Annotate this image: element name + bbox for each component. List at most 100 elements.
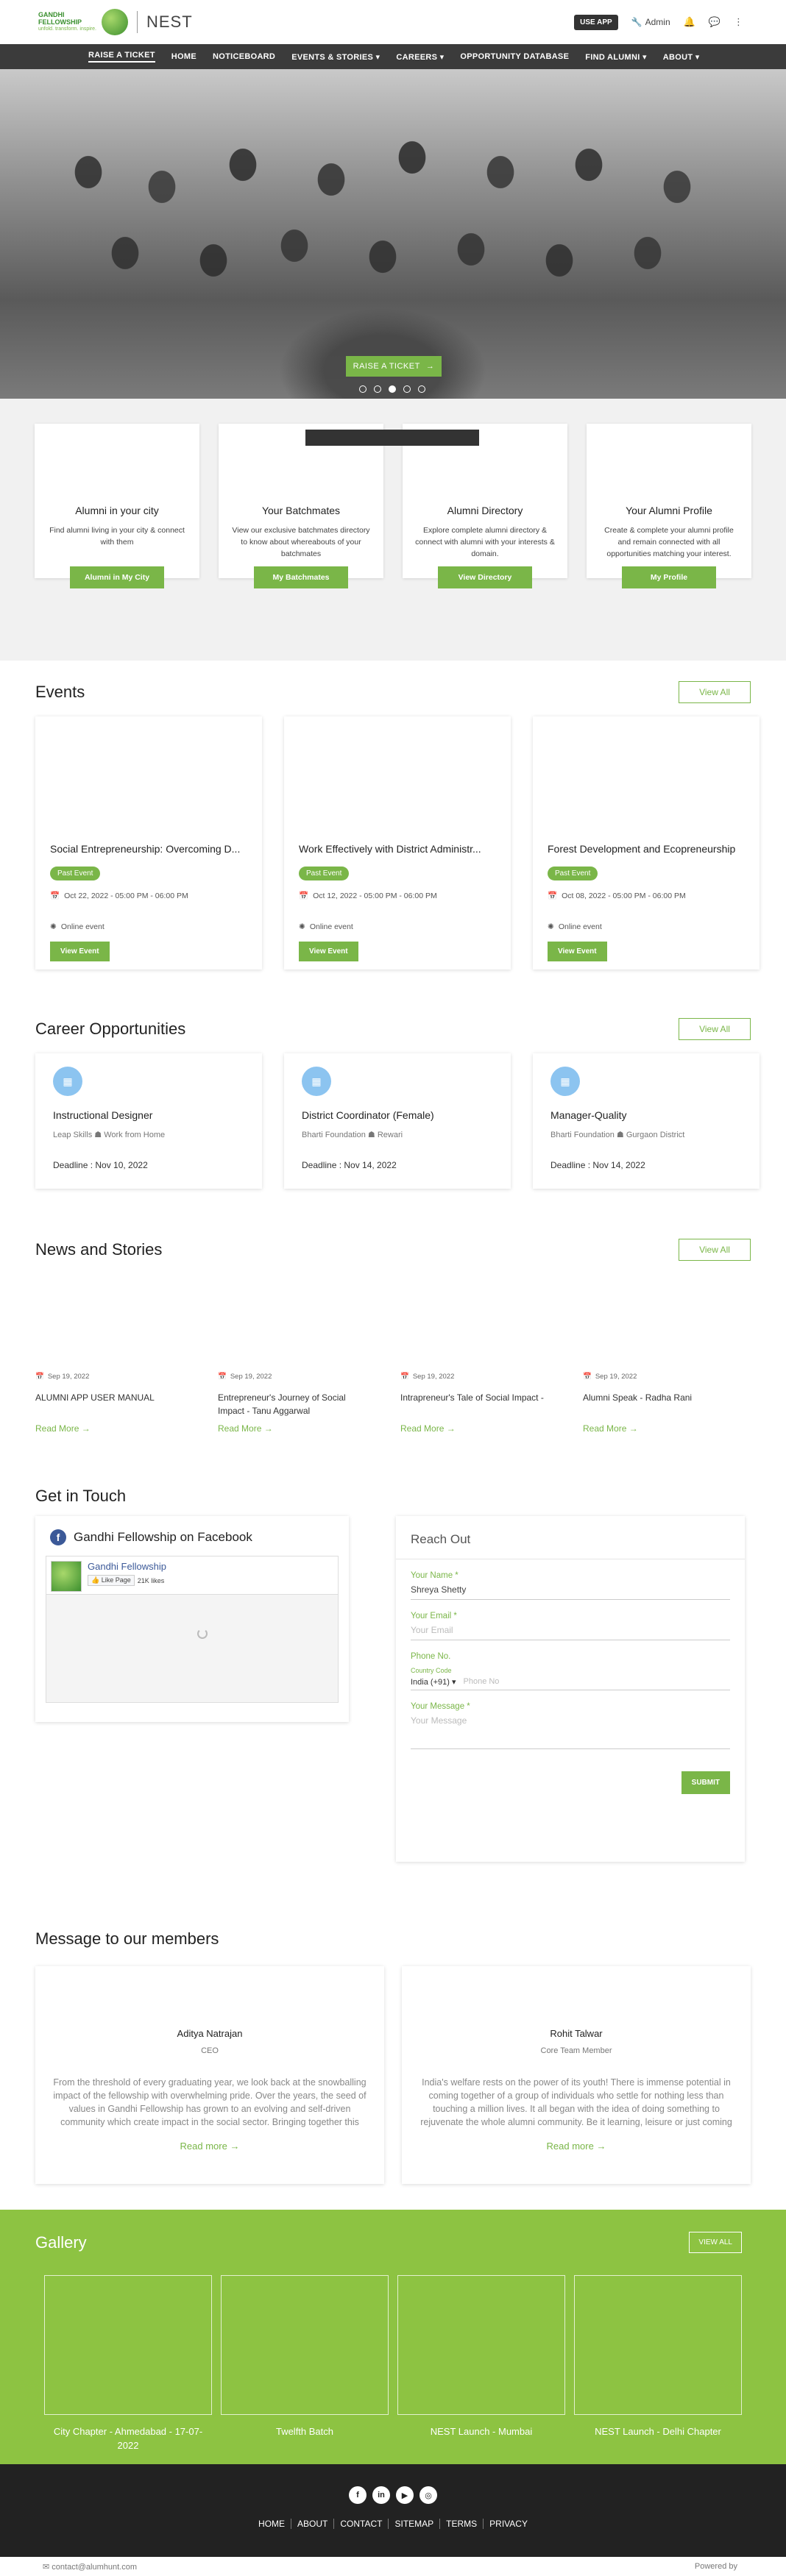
alumni-in-my-city-button[interactable]: Alumni in My City [70,566,164,588]
careers-view-all-button[interactable]: View All [679,1018,751,1040]
event-card[interactable]: Work Effectively with District Administr… [284,716,511,969]
past-event-badge: Past Event [50,867,101,880]
message-textarea[interactable]: Your Message [411,1711,730,1749]
carousel-dot-active[interactable] [389,385,396,393]
news-title: Entrepreneur's Journey of Social Impact … [218,1392,346,1416]
youtube-icon[interactable]: ▶ [396,2486,414,2504]
more-vertical-icon[interactable]: ⋮ [734,16,743,28]
career-card[interactable]: ▦ Manager-Quality Bharti Foundation ☗ Gu… [533,1053,760,1189]
country-code-label: Country Code [411,1667,452,1674]
facebook-embed[interactable]: Gandhi Fellowship 👍 Like Page 21K likes [46,1556,339,1703]
country-code-select[interactable]: India (+91) ▾ [411,1677,456,1687]
news-card[interactable]: 📅 Sep 19, 2022 Entrepreneur's Journey of … [218,1373,372,1434]
gallery-item[interactable]: Twelfth Batch [221,2275,389,2453]
facebook-like-button[interactable]: 👍 Like Page [88,1575,135,1586]
news-card[interactable]: 📅 Sep 19, 2022 ALUMNI APP USER MANUAL Rea… [35,1373,190,1434]
chevron-down-icon: ▾ [375,52,380,62]
career-deadline: Deadline : Nov 14, 2022 [550,1160,645,1170]
facebook-page-name[interactable]: Gandhi Fellowship [88,1561,166,1572]
brand[interactable]: GANDHI FELLOWSHIP unfold. transform. ins… [38,9,193,35]
nav-about[interactable]: ABOUT ▾ [663,52,700,62]
career-deadline: Deadline : Nov 10, 2022 [53,1160,148,1170]
message-card: Aditya Natrajan CEO From the threshold o… [35,1966,384,2184]
footer-link-home[interactable]: HOME [252,2519,292,2529]
careers-heading: Career Opportunities [35,1020,186,1038]
nav-events-stories[interactable]: EVENTS & STORIES ▾ [291,52,380,62]
nav-careers[interactable]: CAREERS ▾ [396,52,444,62]
carousel-dot[interactable] [374,385,381,393]
career-org-name: Bharti Foundation [302,1131,366,1139]
logo-mark-icon [102,9,128,35]
read-more-link[interactable]: Read more → [402,2141,751,2152]
wrench-icon: 🔧 [631,17,642,27]
event-card[interactable]: Forest Development and Ecopreneurship Pa… [533,716,760,969]
news-view-all-button[interactable]: View All [679,1239,751,1261]
facebook-page-avatar[interactable] [51,1561,82,1592]
carousel-dot[interactable] [418,385,425,393]
gallery-view-all-button[interactable]: VIEW ALL [689,2232,742,2253]
nav-raise-ticket[interactable]: RAISE A TICKET [88,51,155,63]
view-directory-button[interactable]: View Directory [438,566,532,588]
nav-opportunity-database[interactable]: OPPORTUNITY DATABASE [460,52,569,61]
event-date-text: Oct 12, 2022 - 05:00 PM - 06:00 PM [313,891,437,900]
facebook-header: f Gandhi Fellowship on Facebook [40,1529,344,1545]
news-card[interactable]: 📅 Sep 19, 2022 Intrapreneur's Tale of Soc… [400,1373,555,1434]
event-card[interactable]: Social Entrepreneurship: Overcoming D...… [35,716,262,969]
gallery-item[interactable]: City Chapter - Ahmedabad - 17-07-2022 [44,2275,212,2453]
career-card[interactable]: ▦ District Coordinator (Female) Bharti F… [284,1053,511,1189]
read-more-link[interactable]: Read More → [218,1423,372,1434]
nav-home[interactable]: HOME [171,52,196,61]
footer-link-about[interactable]: ABOUT [291,2519,335,2529]
footer-link-privacy[interactable]: PRIVACY [484,2519,534,2529]
event-date: 📅 Oct 22, 2022 - 05:00 PM - 06:00 PM [50,891,247,901]
gallery-thumbnail [221,2275,389,2415]
carousel-dot[interactable] [403,385,411,393]
gallery-item[interactable]: NEST Launch - Mumbai [397,2275,565,2453]
facebook-icon[interactable]: f [349,2486,367,2504]
submit-button[interactable]: SUBMIT [681,1771,730,1794]
career-location: Rewari [377,1131,403,1139]
carousel-dot[interactable] [359,385,367,393]
view-event-button[interactable]: View Event [299,942,358,961]
email-input[interactable]: Your Email [411,1620,730,1640]
name-input[interactable]: Shreya Shetty [411,1580,730,1600]
member-role: Core Team Member [540,2046,612,2055]
nav-find-alumni[interactable]: FIND ALUMNI ▾ [585,52,647,62]
view-event-button[interactable]: View Event [548,942,607,961]
read-more-link[interactable]: Read more → [35,2141,384,2152]
use-app-button[interactable]: USE APP [574,14,618,30]
chat-icon[interactable]: 💬 [709,16,720,28]
bell-icon[interactable]: 🔔 [684,16,695,28]
message-card: Rohit Talwar Core Team Member India's we… [402,1966,751,2184]
instagram-icon[interactable]: ◎ [419,2486,437,2504]
career-title: Manager-Quality [550,1109,627,1121]
view-event-button[interactable]: View Event [50,942,110,961]
quick-card-alumni-city: Alumni in your city Find alumni living i… [35,424,199,588]
linkedin-icon[interactable]: in [372,2486,390,2504]
contact-email[interactable]: ✉ contact@alumhunt.com [43,2562,137,2572]
event-image [50,716,247,834]
footer-link-contact[interactable]: CONTACT [334,2519,389,2529]
career-card[interactable]: ▦ Instructional Designer Leap Skills ☗ W… [35,1053,262,1189]
career-org: Bharti Foundation ☗ Rewari [302,1130,493,1139]
admin-menu[interactable]: 🔧 Admin [631,17,670,27]
news-date-text: Sep 19, 2022 [47,1373,90,1381]
events-view-all-button[interactable]: View All [679,681,751,703]
read-more-link[interactable]: Read More → [35,1423,190,1434]
nav-noticeboard[interactable]: NOTICEBOARD [213,52,275,61]
online-icon: ✺ [548,922,554,931]
hero-carousel[interactable]: RAISE A TICKET → [0,69,786,399]
footer-link-sitemap[interactable]: SITEMAP [389,2519,441,2529]
career-org-name: Leap Skills [53,1131,93,1139]
hero-raise-ticket-button[interactable]: RAISE A TICKET → [346,356,442,377]
get-in-touch-section: Get in Touch f Gandhi Fellowship on Face… [0,1434,786,1862]
my-batchmates-button[interactable]: My Batchmates [254,566,348,588]
read-more-link[interactable]: Read More → [583,1423,737,1434]
footer-link-terms[interactable]: TERMS [440,2519,484,2529]
my-profile-button[interactable]: My Profile [622,566,716,588]
facebook-like: 👍 Like Page 21K likes [88,1575,166,1586]
news-card[interactable]: 📅 Sep 19, 2022 Alumni Speak - Radha Rani … [583,1373,737,1434]
phone-input[interactable]: Phone No [464,1677,500,1687]
read-more-link[interactable]: Read More → [400,1423,555,1434]
gallery-item[interactable]: NEST Launch - Delhi Chapter [574,2275,742,2453]
